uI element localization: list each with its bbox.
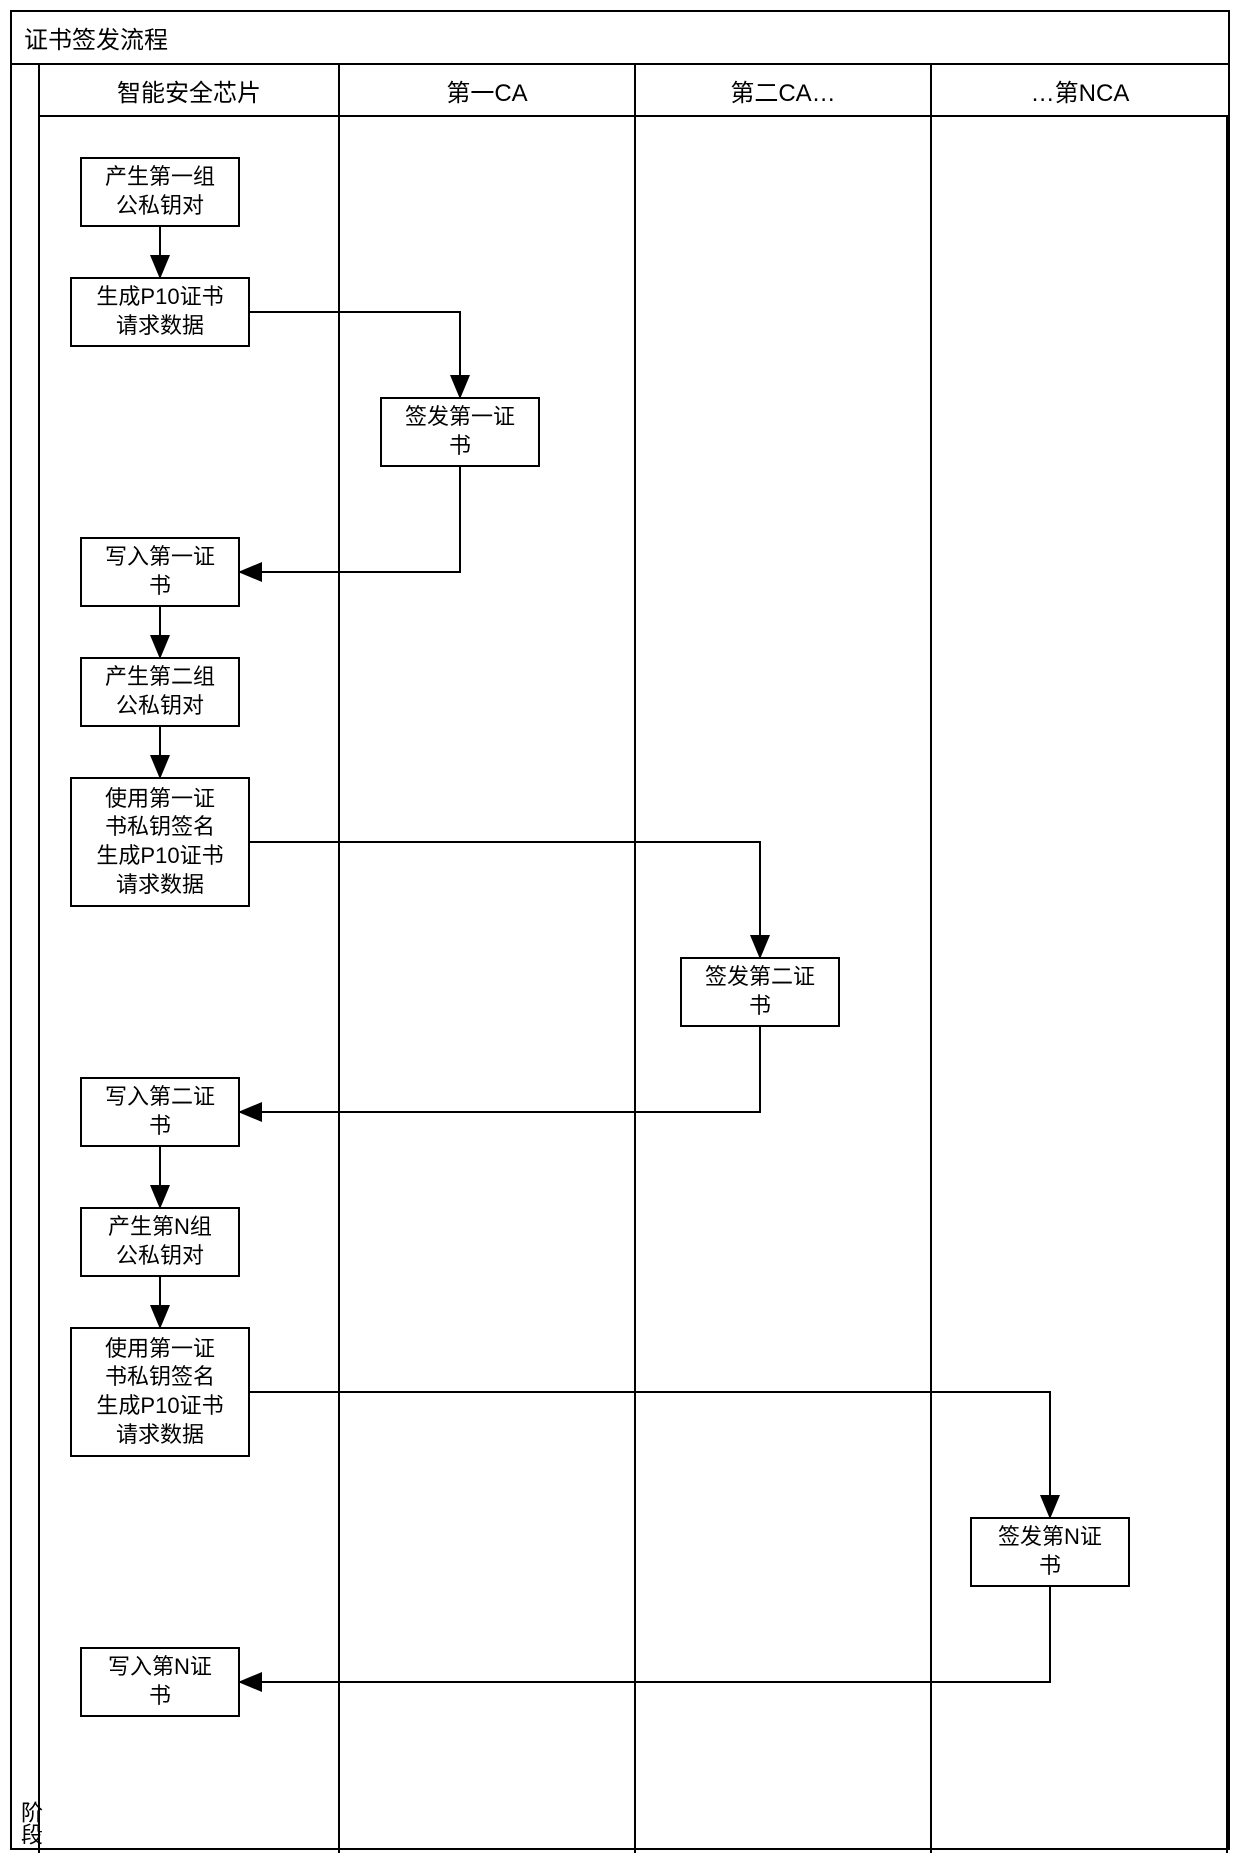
node-write2: 写入第二证 书 bbox=[80, 1077, 240, 1147]
lane-header-ca1: 第一CA bbox=[340, 65, 636, 115]
diagram-grid: 阶段 智能安全芯片 第一CA 第二CA… …第NCA 产生第一组 公私钥对 生成… bbox=[12, 65, 1228, 1853]
lane-body: 产生第一组 公私钥对 生成P10证书 请求数据 签发第一证 书 写入第一证 书 … bbox=[40, 117, 1228, 1853]
node-gen-key2: 产生第二组 公私钥对 bbox=[80, 657, 240, 727]
node-p10-N: 使用第一证 书私钥签名 生成P10证书 请求数据 bbox=[70, 1327, 250, 1457]
node-p10-2: 使用第一证 书私钥签名 生成P10证书 请求数据 bbox=[70, 777, 250, 907]
phase-column: 阶段 bbox=[12, 65, 40, 1853]
lane-chip bbox=[40, 117, 340, 1853]
diagram-frame: 证书签发流程 阶段 智能安全芯片 第一CA 第二CA… …第NCA 产生第一组 … bbox=[10, 10, 1230, 1850]
lane-header-chip: 智能安全芯片 bbox=[40, 65, 340, 115]
lane-ca1 bbox=[340, 117, 636, 1853]
lanes: 智能安全芯片 第一CA 第二CA… …第NCA 产生第一组 公私钥对 生成P10… bbox=[40, 65, 1228, 1853]
lane-headers: 智能安全芯片 第一CA 第二CA… …第NCA bbox=[40, 65, 1228, 117]
lane-header-caN: …第NCA bbox=[932, 65, 1228, 115]
node-issue2: 签发第二证 书 bbox=[680, 957, 840, 1027]
diagram-title: 证书签发流程 bbox=[12, 12, 1228, 65]
lane-caN bbox=[932, 117, 1228, 1853]
lane-header-ca2: 第二CA… bbox=[636, 65, 932, 115]
node-issue1: 签发第一证 书 bbox=[380, 397, 540, 467]
node-writeN: 写入第N证 书 bbox=[80, 1647, 240, 1717]
node-issueN: 签发第N证 书 bbox=[970, 1517, 1130, 1587]
node-write1: 写入第一证 书 bbox=[80, 537, 240, 607]
node-gen-key1: 产生第一组 公私钥对 bbox=[80, 157, 240, 227]
node-gen-keyN: 产生第N组 公私钥对 bbox=[80, 1207, 240, 1277]
node-p10-1: 生成P10证书 请求数据 bbox=[70, 277, 250, 347]
